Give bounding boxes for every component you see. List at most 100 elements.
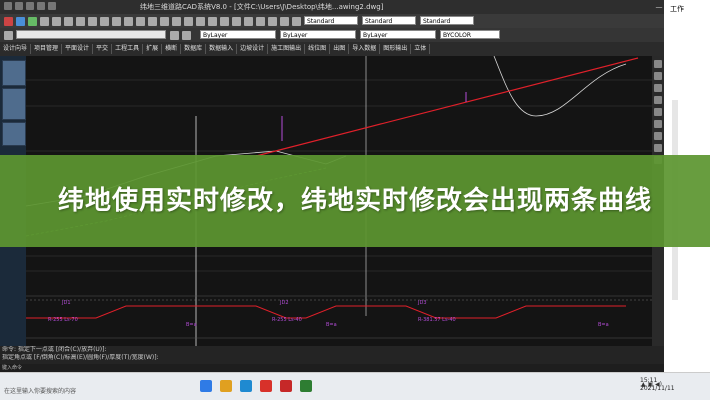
menu-item-cross-section[interactable]: 横断: [162, 44, 182, 54]
undo-icon[interactable]: [37, 2, 45, 10]
edge-browser-icon[interactable]: [240, 380, 252, 392]
grey-tool-icon[interactable]: [292, 17, 301, 26]
menu-bar: 设计向导 项目管理 平面设计 平交 工程工具 扩展 横断 数据库 数据输入 边坡…: [0, 42, 710, 56]
palette-block[interactable]: [2, 88, 26, 120]
headline-text: 纬地使用实时修改，纬地实时修改会出现两条曲线: [57, 186, 652, 216]
menu-item-plan[interactable]: 平面设计: [62, 44, 94, 54]
linetype-dropdown[interactable]: ByLayer: [280, 30, 356, 39]
jd2-label: JD2: [279, 300, 289, 306]
color-dropdown[interactable]: ByLayer: [200, 30, 276, 39]
command-history-line: 命令: 指定下一点或 [闭合(C)/放弃(U)]:: [2, 346, 107, 353]
grey-tool-icon[interactable]: [124, 17, 133, 26]
grey-tool-icon[interactable]: [76, 17, 85, 26]
grey-tool-icon[interactable]: [64, 17, 73, 26]
grey-tool-icon[interactable]: [160, 17, 169, 26]
jd2-detail: R-255 Ls-40: [272, 317, 302, 323]
palette-icon[interactable]: [654, 60, 662, 68]
palette-icon[interactable]: [654, 84, 662, 92]
menu-item-tools[interactable]: 工程工具: [112, 44, 144, 54]
jd3-label: JD3: [417, 300, 427, 306]
green-app-icon[interactable]: [300, 380, 312, 392]
headline-banner: 纬地使用实时修改，纬地实时修改会出现两条曲线: [0, 155, 710, 247]
clock-time: 15:11: [640, 377, 658, 384]
palette-icon[interactable]: [654, 96, 662, 104]
task-view-icon[interactable]: [200, 380, 212, 392]
file-explorer-icon[interactable]: [220, 380, 232, 392]
quick-access-toolbar: [4, 2, 56, 10]
taskbar-search-input[interactable]: 在这里输入你要搜索的内容: [4, 386, 76, 398]
width-label-left: B=a: [186, 322, 197, 328]
blue-tool-icon[interactable]: [16, 17, 25, 26]
layer-tool-icon[interactable]: [182, 31, 191, 40]
lineweight-dropdown[interactable]: ByLayer: [360, 30, 436, 39]
grey-tool-icon[interactable]: [208, 17, 217, 26]
wps-office-icon[interactable]: [260, 380, 272, 392]
grey-tool-icon[interactable]: [40, 17, 49, 26]
clock-date: 2021/11/11: [640, 385, 675, 392]
grey-tool-icon[interactable]: [148, 17, 157, 26]
menu-item-slope[interactable]: 边坡设计: [237, 44, 269, 54]
command-prompt-line: 指定角点或 [F/倒角(C)/标高(E)/圆角(F)/厚度(T)/宽度(W)]:: [2, 354, 159, 361]
menu-item-intersection[interactable]: 平交: [93, 44, 113, 54]
redo-icon[interactable]: [48, 2, 56, 10]
layers-toolbar: ByLayer ByLayer ByLayer BYCOLOR: [0, 28, 710, 42]
grey-tool-icon[interactable]: [184, 17, 193, 26]
menu-item-extend[interactable]: 扩展: [143, 44, 163, 54]
minimize-button[interactable]: —: [654, 0, 664, 14]
grey-tool-icon[interactable]: [52, 17, 61, 26]
green-tool-icon[interactable]: [28, 17, 37, 26]
standard-toolbar: Standard Standard Standard: [0, 14, 710, 28]
grey-tool-icon[interactable]: [256, 17, 265, 26]
grey-tool-icon[interactable]: [280, 17, 289, 26]
layer-icon[interactable]: [4, 31, 13, 40]
plot-style-dropdown[interactable]: BYCOLOR: [440, 30, 500, 39]
menu-item-design-wizard[interactable]: 设计向导: [0, 44, 32, 54]
cad-app-icon[interactable]: [280, 380, 292, 392]
palette-icon[interactable]: [654, 72, 662, 80]
grey-tool-icon[interactable]: [112, 17, 121, 26]
grey-tool-icon[interactable]: [172, 17, 181, 26]
jd1-label: JD1: [61, 300, 71, 306]
cad-application: 纬地三维道路CAD系统V8.0 - [文件C:\Users\J\Desktop\…: [0, 0, 710, 400]
width-label-right: B=a: [598, 322, 609, 328]
window-title: 纬地三维道路CAD系统V8.0 - [文件C:\Users\J\Desktop\…: [140, 3, 384, 11]
palette-block[interactable]: [2, 60, 26, 86]
palette-block[interactable]: [2, 122, 26, 146]
menu-item-drawing-output[interactable]: 施工图输出: [268, 44, 306, 54]
menu-item-alignment-plan[interactable]: 线位图: [305, 44, 331, 54]
grey-tool-icon[interactable]: [196, 17, 205, 26]
dim-style-dropdown[interactable]: Standard: [362, 16, 416, 25]
menu-item-data-input[interactable]: 数据输入: [206, 44, 238, 54]
menu-item-project[interactable]: 项目管理: [31, 44, 63, 54]
palette-icon[interactable]: [654, 132, 662, 140]
command-input[interactable]: 键入命令: [2, 365, 22, 371]
menu-item-3d[interactable]: 立体: [411, 44, 431, 54]
palette-icon[interactable]: [654, 108, 662, 116]
windows-taskbar: 在这里输入你要搜索的内容 ▲ ▣ ◀) 15:11 2021/11/11: [0, 372, 710, 400]
grey-tool-icon[interactable]: [136, 17, 145, 26]
text-style-dropdown[interactable]: Standard: [304, 16, 358, 25]
layer-tool-icon[interactable]: [170, 31, 179, 40]
jd3-detail: R-381.57 Ls-40: [418, 317, 456, 323]
grey-tool-icon[interactable]: [268, 17, 277, 26]
red-tool-icon[interactable]: [4, 17, 13, 26]
menu-item-graphic-output[interactable]: 图形输出: [380, 44, 412, 54]
save-icon[interactable]: [26, 2, 34, 10]
taskbar-clock[interactable]: 15:11 2021/11/11: [640, 377, 675, 393]
menu-item-import[interactable]: 导入数据: [349, 44, 381, 54]
grey-tool-icon[interactable]: [244, 17, 253, 26]
palette-icon[interactable]: [654, 120, 662, 128]
grey-tool-icon[interactable]: [220, 17, 229, 26]
menu-item-print[interactable]: 出图: [330, 44, 350, 54]
open-file-icon[interactable]: [15, 2, 23, 10]
palette-icon[interactable]: [654, 144, 662, 152]
grey-tool-icon[interactable]: [232, 17, 241, 26]
grey-tool-icon[interactable]: [100, 17, 109, 26]
jd1-detail: R-255 Ls-70: [48, 317, 78, 323]
grey-tool-icon[interactable]: [88, 17, 97, 26]
layer-name-dropdown[interactable]: [16, 30, 166, 39]
width-label-mid: B=a: [326, 322, 337, 328]
table-style-dropdown[interactable]: Standard: [420, 16, 474, 25]
new-file-icon[interactable]: [4, 2, 12, 10]
menu-item-database[interactable]: 数据库: [181, 44, 207, 54]
